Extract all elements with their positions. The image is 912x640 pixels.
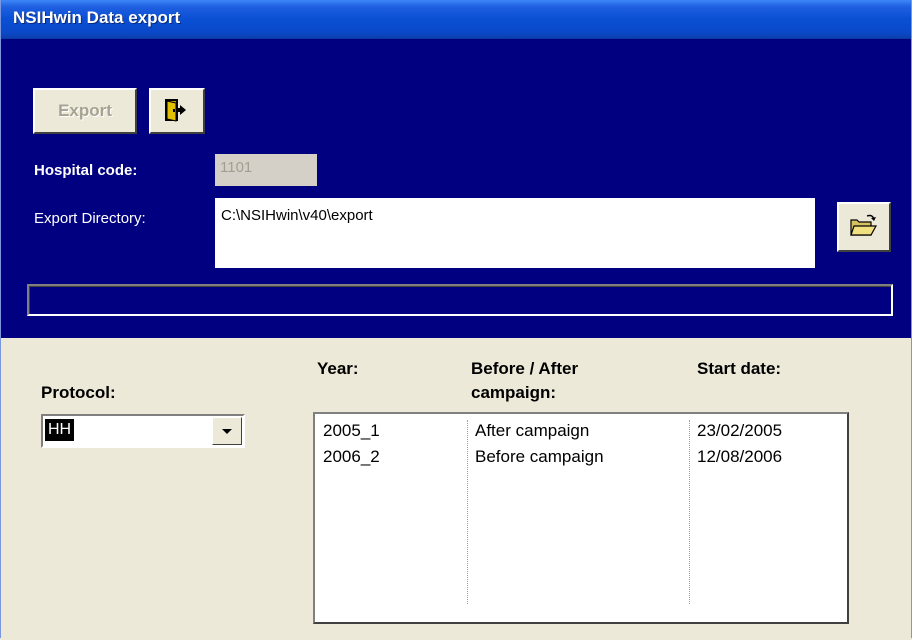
exit-button[interactable] xyxy=(149,88,205,134)
row-year: 2005_1 xyxy=(323,421,380,440)
list-item[interactable]: 2006_2 Before campaign 12/08/2006 xyxy=(315,444,847,470)
export-button[interactable]: Export xyxy=(33,88,137,134)
export-directory-label: Export Directory: xyxy=(34,210,146,227)
window-title: NSIHwin Data export xyxy=(13,8,181,27)
export-directory-field[interactable]: C:\NSIHwin\v40\export xyxy=(215,198,815,268)
row-year: 2006_2 xyxy=(323,447,380,466)
protocol-dropdown[interactable]: HH xyxy=(41,414,245,448)
header-panel-top xyxy=(1,39,911,84)
campaign-list[interactable]: 2005_1 After campaign 23/02/2005 2006_2 … xyxy=(313,412,849,624)
chevron-down-icon xyxy=(222,428,232,434)
row-start-date: 12/08/2006 xyxy=(697,447,783,466)
dropdown-arrow-button[interactable] xyxy=(212,417,242,445)
hospital-code-field[interactable]: 1101 xyxy=(215,154,317,186)
progress-bar xyxy=(27,284,893,316)
row-start-date: 23/02/2005 xyxy=(697,421,783,440)
protocol-selected-value: HH xyxy=(45,419,75,441)
before-after-header-line1: Before / After xyxy=(471,359,579,378)
before-after-header-line2: campaign: xyxy=(471,383,557,402)
folder-open-icon xyxy=(850,214,878,236)
door-exit-icon xyxy=(165,99,186,122)
row-status: After campaign xyxy=(475,421,590,440)
export-button-label: Export xyxy=(58,101,112,120)
export-window: NSIHwin Data export Export Hospital code… xyxy=(0,0,912,638)
hospital-code-label: Hospital code: xyxy=(34,162,138,179)
title-bar[interactable]: NSIHwin Data export xyxy=(1,0,911,39)
start-date-header: Start date: xyxy=(697,359,782,378)
list-item[interactable]: 2005_1 After campaign 23/02/2005 xyxy=(315,418,847,444)
protocol-label: Protocol: xyxy=(41,383,116,402)
year-header: Year: xyxy=(317,359,359,378)
browse-folder-button[interactable] xyxy=(837,202,891,252)
row-status: Before campaign xyxy=(475,447,604,466)
